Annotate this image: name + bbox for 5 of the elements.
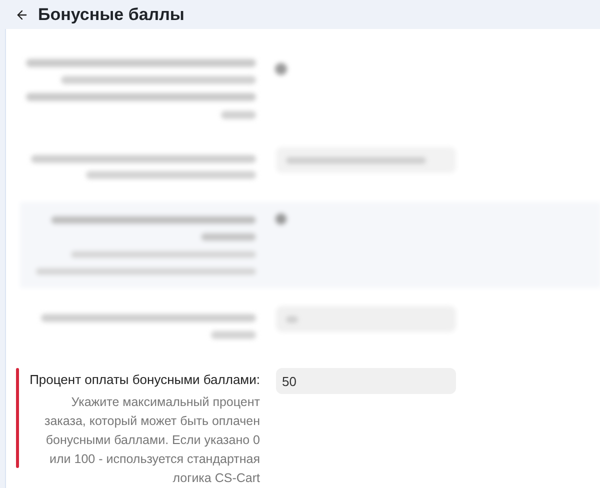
setting-label: Процент оплаты бонусными баллами: bbox=[30, 371, 260, 389]
setting-help: Укажите максимальный процент заказа, который может быть оплачен бонусными баллами. Если указано 0 или 100 - используется стандартная логика CS-Cart bbox=[44, 394, 260, 487]
back-button[interactable] bbox=[15, 8, 29, 22]
page-title: Бонусные баллы bbox=[38, 4, 184, 26]
percent-input[interactable]: 50 bbox=[276, 368, 456, 394]
